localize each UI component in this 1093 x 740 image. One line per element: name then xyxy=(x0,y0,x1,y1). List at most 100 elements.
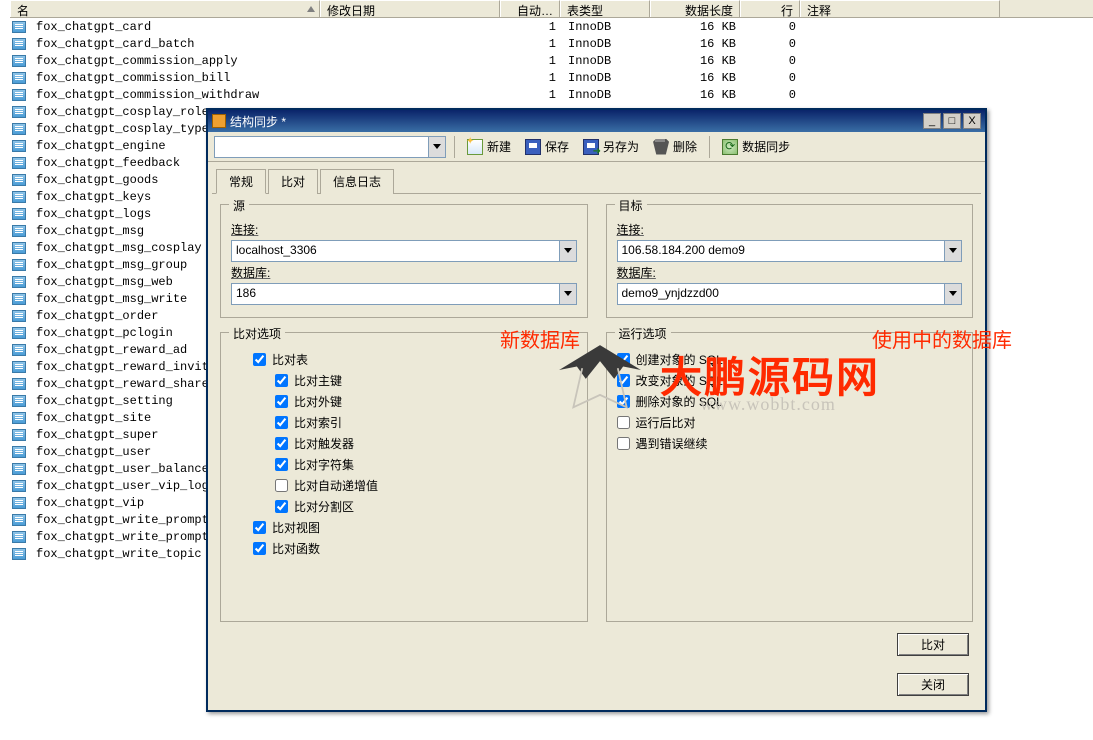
cb-run-drop[interactable]: 删除对象的 SQL xyxy=(617,393,963,410)
table-row[interactable]: fox_chatgpt_commission_apply1InnoDB16 KB… xyxy=(10,52,1093,69)
saveas-button[interactable]: 另存为 xyxy=(579,136,643,157)
cb-run-after[interactable]: 运行后比对 xyxy=(617,414,963,431)
profile-combo[interactable] xyxy=(214,136,446,158)
data-sync-button[interactable]: 数据同步 xyxy=(718,136,794,157)
dst-db-select[interactable]: demo9_ynjdzzd00 xyxy=(617,283,963,305)
cell-rows: 0 xyxy=(742,88,802,102)
separator xyxy=(454,136,455,158)
cb-label: 比对主键 xyxy=(294,372,342,389)
col-length[interactable]: 数据长度 xyxy=(650,0,740,17)
chevron-down-icon xyxy=(944,284,961,304)
cb-label: 运行后比对 xyxy=(636,414,696,431)
col-type[interactable]: 表类型 xyxy=(560,0,650,17)
sort-asc-icon xyxy=(307,6,315,12)
cell-type: InnoDB xyxy=(562,88,652,102)
dst-conn-value: 106.58.184.200 demo9 xyxy=(622,243,745,257)
table-icon xyxy=(12,395,26,407)
cell-rows: 0 xyxy=(742,37,802,51)
chevron-down-icon xyxy=(428,137,445,157)
cb-label: 创建对象的 SQL xyxy=(636,351,723,368)
dst-conn-select[interactable]: 106.58.184.200 demo9 xyxy=(617,240,963,262)
table-icon xyxy=(12,463,26,475)
cb-run-continue[interactable]: 遇到错误继续 xyxy=(617,435,963,452)
cell-rows: 0 xyxy=(742,71,802,85)
table-icon xyxy=(12,378,26,390)
cell-rows: 0 xyxy=(742,20,802,34)
table-row[interactable]: fox_chatgpt_card_batch1InnoDB16 KB0 xyxy=(10,35,1093,52)
cell-type: InnoDB xyxy=(562,71,652,85)
table-icon xyxy=(12,225,26,237)
table-icon xyxy=(12,327,26,339)
close-window-button[interactable]: X xyxy=(963,113,981,129)
table-header: 名 修改日期 自动… 表类型 数据长度 行 注释 xyxy=(10,0,1093,18)
cb-compare-autoinc[interactable]: 比对自动递增值 xyxy=(275,477,577,494)
cb-compare-trigger[interactable]: 比对触发器 xyxy=(275,435,577,452)
dst-conn-label: 连接: xyxy=(617,221,963,238)
legend-run: 运行选项 xyxy=(615,325,671,342)
col-date[interactable]: 修改日期 xyxy=(320,0,500,17)
cb-run-create[interactable]: 创建对象的 SQL xyxy=(617,351,963,368)
cell-len: 16 KB xyxy=(652,71,742,85)
cb-compare-charset[interactable]: 比对字符集 xyxy=(275,456,577,473)
cell-len: 16 KB xyxy=(652,54,742,68)
group-source: 源 连接: localhost_3306 数据库: 186 xyxy=(220,204,588,318)
structure-sync-dialog: 结构同步 * _ □ X 新建 保存 另存为 删除 数据同步 常规 比对 信息日… xyxy=(206,108,987,712)
table-icon xyxy=(12,344,26,356)
table-row[interactable]: fox_chatgpt_commission_withdraw1InnoDB16… xyxy=(10,86,1093,103)
col-name[interactable]: 名 xyxy=(10,0,320,17)
saveas-icon xyxy=(583,139,599,155)
sync-icon xyxy=(722,139,738,155)
compare-button[interactable]: 比对 xyxy=(897,633,969,656)
src-db-select[interactable]: 186 xyxy=(231,283,577,305)
src-conn-select[interactable]: localhost_3306 xyxy=(231,240,577,262)
group-target: 目标 连接: 106.58.184.200 demo9 数据库: demo9_y… xyxy=(606,204,974,318)
table-row[interactable]: fox_chatgpt_card1InnoDB16 KB0 xyxy=(10,18,1093,35)
save-button[interactable]: 保存 xyxy=(521,136,573,157)
legend-source: 源 xyxy=(229,197,249,214)
table-icon xyxy=(12,531,26,543)
cb-run-alter[interactable]: 改变对象的 SQL xyxy=(617,372,963,389)
cell-rows: 0 xyxy=(742,54,802,68)
cell-name: fox_chatgpt_commission_bill xyxy=(30,71,322,85)
tabs: 常规 比对 信息日志 xyxy=(208,162,985,193)
cell-name: fox_chatgpt_card xyxy=(30,20,322,34)
maximize-button[interactable]: □ xyxy=(943,113,961,129)
table-icon xyxy=(12,480,26,492)
separator xyxy=(709,136,710,158)
tab-compare[interactable]: 比对 xyxy=(268,169,318,194)
save-icon xyxy=(525,139,541,155)
table-row[interactable]: fox_chatgpt_commission_bill1InnoDB16 KB0 xyxy=(10,69,1093,86)
table-icon xyxy=(12,412,26,424)
table-icon xyxy=(12,123,26,135)
table-icon xyxy=(12,310,26,322)
cell-auto: 1 xyxy=(502,37,562,51)
src-conn-label: 连接: xyxy=(231,221,577,238)
new-label: 新建 xyxy=(487,138,511,155)
cb-compare-partition[interactable]: 比对分割区 xyxy=(275,498,577,515)
minimize-button[interactable]: _ xyxy=(923,113,941,129)
cb-compare-pk[interactable]: 比对主键 xyxy=(275,372,577,389)
cb-compare-index[interactable]: 比对索引 xyxy=(275,414,577,431)
tab-general[interactable]: 常规 xyxy=(216,169,266,194)
table-icon xyxy=(12,140,26,152)
src-conn-value: localhost_3306 xyxy=(236,243,317,257)
cb-compare-tables[interactable]: 比对表 xyxy=(253,351,577,368)
table-icon xyxy=(12,293,26,305)
chevron-down-icon xyxy=(559,284,576,304)
cb-compare-fk[interactable]: 比对外键 xyxy=(275,393,577,410)
col-rows[interactable]: 行 xyxy=(740,0,800,17)
cb-compare-views[interactable]: 比对视图 xyxy=(253,519,577,536)
table-icon xyxy=(12,548,26,560)
tab-log[interactable]: 信息日志 xyxy=(320,169,394,194)
table-icon xyxy=(12,157,26,169)
dst-db-label: 数据库: xyxy=(617,264,963,281)
cb-compare-functions[interactable]: 比对函数 xyxy=(253,540,577,557)
delete-button[interactable]: 删除 xyxy=(649,136,701,157)
src-db-value: 186 xyxy=(236,286,256,300)
close-button[interactable]: 关闭 xyxy=(897,673,969,696)
dialog-title: 结构同步 * xyxy=(230,113,921,130)
col-note[interactable]: 注释 xyxy=(800,0,1000,17)
titlebar[interactable]: 结构同步 * _ □ X xyxy=(208,110,985,132)
new-button[interactable]: 新建 xyxy=(463,136,515,157)
col-auto[interactable]: 自动… xyxy=(500,0,560,17)
